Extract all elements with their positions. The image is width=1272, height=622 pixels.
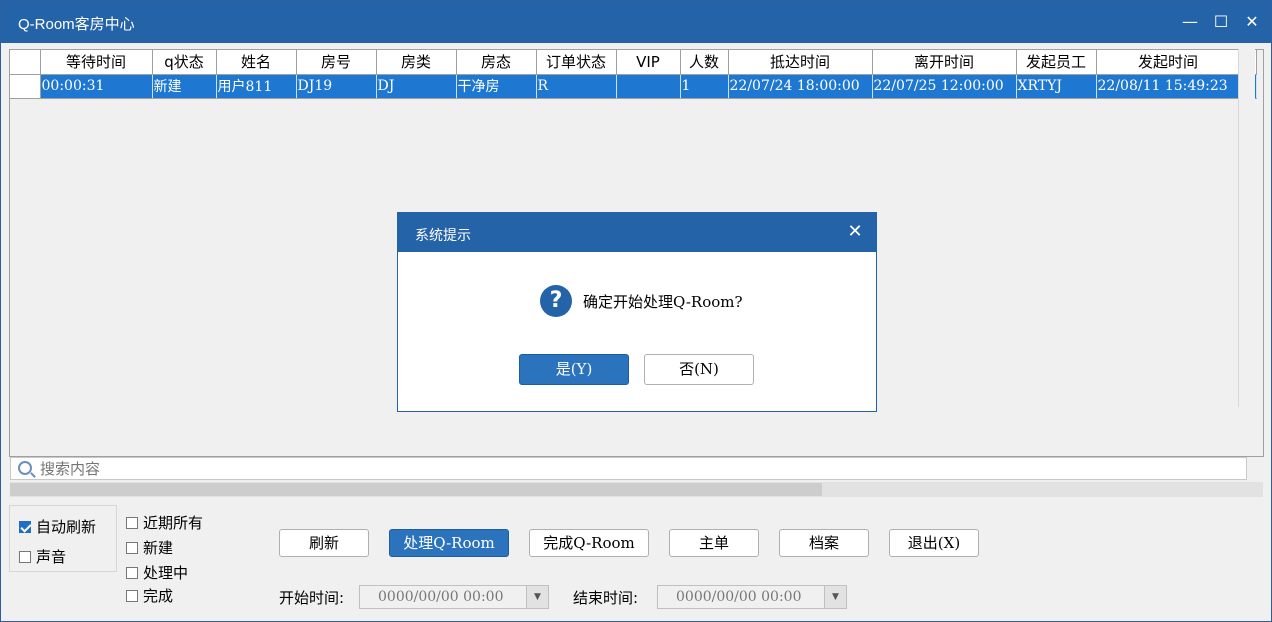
auto-refresh-label: 自动刷新: [36, 518, 97, 536]
dialog-close-icon[interactable]: ✕: [845, 221, 865, 242]
process-qroom-button[interactable]: 处理Q-Room: [389, 529, 509, 557]
column-header-staff[interactable]: 发起员工: [1016, 50, 1097, 75]
exit-button[interactable]: 退出(X): [889, 529, 979, 557]
master-order-button[interactable]: 主单: [669, 529, 759, 557]
column-header-created-time[interactable]: 发起时间: [1096, 50, 1241, 75]
options-group: 自动刷新 声音: [9, 505, 117, 572]
column-header-departure-time[interactable]: 离开时间: [872, 50, 1017, 75]
filter-label: 近期所有: [143, 514, 204, 532]
horizontal-scroll-thumb[interactable]: [10, 483, 822, 496]
dialog-header: 系统提示 ✕: [398, 213, 876, 252]
chevron-down-icon[interactable]: ▼: [526, 586, 548, 608]
cell-guest-count[interactable]: 1: [680, 74, 729, 99]
column-header-room-state[interactable]: 房态: [456, 50, 537, 75]
close-button[interactable]: ✕: [1239, 9, 1265, 35]
filter-complete-checkbox[interactable]: 完成: [126, 585, 173, 606]
cell-room-type[interactable]: DJ: [376, 74, 457, 99]
filter-label: 处理中: [143, 564, 189, 582]
column-header-vip[interactable]: VIP: [616, 50, 681, 75]
cell-created-time[interactable]: 22/08/11 15:49:23: [1096, 74, 1241, 99]
filter-new-checkbox[interactable]: 新建: [126, 537, 173, 558]
complete-qroom-button[interactable]: 完成Q-Room: [529, 529, 649, 557]
row-pointer-icon: ☞: [10, 74, 41, 99]
cell-vip[interactable]: [616, 74, 681, 99]
column-header-q-status[interactable]: q状态: [152, 50, 217, 75]
checkbox-unchecked-icon: [126, 541, 138, 554]
start-time-label: 开始时间:: [279, 589, 345, 607]
sound-label: 声音: [36, 548, 67, 566]
cell-departure-time[interactable]: 22/07/25 12:00:00: [872, 74, 1017, 99]
column-header-name[interactable]: 姓名: [216, 50, 297, 75]
cell-room-no[interactable]: DJ19: [296, 74, 377, 99]
column-header-room-no[interactable]: 房号: [296, 50, 377, 75]
confirm-dialog: 系统提示 ✕ ? 确定开始处理Q-Room? 是(Y) 否(N): [397, 212, 877, 412]
checkbox-unchecked-icon: [126, 516, 138, 529]
horizontal-scrollbar[interactable]: [10, 482, 1263, 497]
cell-wait-time[interactable]: 00:00:31: [40, 74, 153, 99]
question-icon: ?: [540, 285, 572, 317]
archive-button[interactable]: 档案: [779, 529, 869, 557]
table-row[interactable]: ☞ 00:00:31 新建 用户811 DJ19 DJ 干净房 R 1 22/0…: [10, 74, 1257, 99]
cell-q-status[interactable]: 新建: [152, 74, 217, 99]
column-header-arrival-time[interactable]: 抵达时间: [728, 50, 873, 75]
filter-recent-all-checkbox[interactable]: 近期所有: [126, 512, 203, 533]
start-time-picker[interactable]: 0000/00/00 00:00 ▼: [359, 585, 549, 609]
auto-refresh-checkbox[interactable]: 自动刷新: [19, 516, 96, 537]
column-header-guest-count[interactable]: 人数: [680, 50, 729, 75]
refresh-button[interactable]: 刷新: [279, 529, 369, 557]
orders-table: 等待时间 q状态 姓名 房号 房类 房态 订单状态 VIP 人数 抵达时间 离开…: [10, 50, 1257, 99]
cell-arrival-time[interactable]: 22/07/24 18:00:00: [728, 74, 873, 99]
checkbox-checked-icon: [19, 520, 31, 533]
checkbox-unchecked-icon: [19, 550, 31, 563]
dialog-title: 系统提示: [415, 228, 471, 244]
checkbox-unchecked-icon: [126, 589, 138, 602]
cell-room-state[interactable]: 干净房: [456, 74, 537, 99]
search-input[interactable]: [40, 460, 1230, 478]
column-header-row-indicator[interactable]: [10, 50, 41, 75]
sound-checkbox[interactable]: 声音: [19, 546, 66, 567]
cell-order-status[interactable]: R: [536, 74, 617, 99]
minimize-button[interactable]: —: [1177, 9, 1203, 35]
filter-label: 完成: [143, 587, 174, 605]
filter-processing-checkbox[interactable]: 处理中: [126, 562, 188, 583]
column-header-order-status[interactable]: 订单状态: [536, 50, 617, 75]
title-bar: Q-Room客房中心 — ☐ ✕: [1, 1, 1271, 43]
main-window: Q-Room客房中心 — ☐ ✕ 等待时间 q状态 姓名 房号 房类 房态 订单…: [0, 0, 1272, 622]
checkbox-unchecked-icon: [126, 566, 138, 579]
search-icon: [18, 461, 32, 475]
start-time-value: 0000/00/00 00:00: [378, 589, 504, 605]
filter-label: 新建: [143, 539, 174, 557]
cell-name[interactable]: 用户811: [216, 74, 297, 99]
table-header-row: 等待时间 q状态 姓名 房号 房类 房态 订单状态 VIP 人数 抵达时间 离开…: [10, 50, 1257, 75]
chevron-down-icon[interactable]: ▼: [824, 586, 846, 608]
dialog-no-button[interactable]: 否(N): [644, 354, 754, 385]
vertical-scrollbar[interactable]: [1238, 49, 1255, 407]
maximize-button[interactable]: ☐: [1208, 9, 1234, 35]
column-header-wait-time[interactable]: 等待时间: [40, 50, 153, 75]
end-time-value: 0000/00/00 00:00: [676, 589, 802, 605]
column-header-room-type[interactable]: 房类: [376, 50, 457, 75]
cell-staff[interactable]: XRTYJ: [1016, 74, 1097, 99]
end-time-label: 结束时间:: [573, 589, 639, 607]
end-time-picker[interactable]: 0000/00/00 00:00 ▼: [657, 585, 847, 609]
window-title: Q-Room客房中心: [18, 16, 135, 33]
dialog-yes-button[interactable]: 是(Y): [519, 354, 629, 385]
dialog-message: 确定开始处理Q-Room?: [583, 293, 743, 311]
search-bar[interactable]: [10, 457, 1247, 480]
